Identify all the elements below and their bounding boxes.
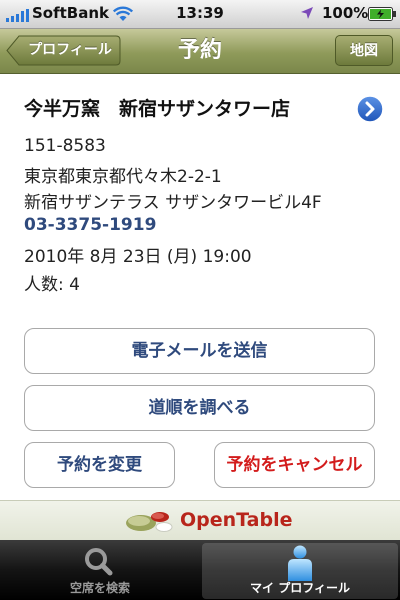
tab-my-profile[interactable]: マイ プロフィール — [202, 543, 398, 599]
opentable-logo-icon — [126, 512, 173, 532]
tab-my-profile-label: マイ プロフィール — [250, 581, 350, 595]
postal-code: 151-8583 — [24, 136, 106, 156]
navigation-bar: プロフィール 予約 地図 — [0, 29, 400, 74]
map-button[interactable]: 地図 — [335, 35, 393, 66]
back-button-label: プロフィール — [28, 42, 112, 58]
opentable-brand: OpenTable — [180, 509, 293, 531]
search-icon — [85, 548, 113, 576]
person-icon — [288, 545, 312, 581]
battery-icon — [368, 7, 396, 21]
reservation-detail: 今半万窯 新宿サザンタワー店 151-8583 東京都東京都代々木2-2-1 新… — [0, 74, 400, 540]
tab-search[interactable]: 空席を検索 — [2, 543, 198, 599]
address-line-1: 東京都東京都代々木2-2-1 — [24, 167, 222, 187]
send-email-button[interactable]: 電子メールを送信 — [24, 328, 375, 374]
reservation-datetime: 2010年 8月 23日 (月) 19:00 — [24, 247, 252, 267]
page-title: 予約 — [177, 38, 222, 63]
party-size: 人数: 4 — [24, 275, 80, 295]
phone-link[interactable]: 03-3375-1919 — [24, 215, 156, 235]
detail-disclosure-icon[interactable] — [356, 95, 384, 123]
location-arrow-icon — [301, 7, 313, 19]
tab-search-label: 空席を検索 — [69, 581, 130, 595]
cancel-reservation-button[interactable]: 予約をキャンセル — [214, 442, 375, 488]
battery-percent: 100% — [322, 4, 369, 22]
get-directions-button[interactable]: 道順を調べる — [24, 385, 375, 431]
back-button[interactable]: プロフィール — [6, 35, 121, 66]
opentable-footer: OpenTable — [0, 500, 400, 541]
tab-bar: 空席を検索 マイ プロフィール — [0, 540, 400, 600]
status-bar: SoftBank 13:39 100% — [0, 0, 400, 29]
change-reservation-button[interactable]: 予約を変更 — [24, 442, 175, 488]
restaurant-name: 今半万窯 新宿サザンタワー店 — [24, 98, 291, 120]
address-line-2: 新宿サザンテラス サザンタワービル4F — [24, 193, 322, 213]
